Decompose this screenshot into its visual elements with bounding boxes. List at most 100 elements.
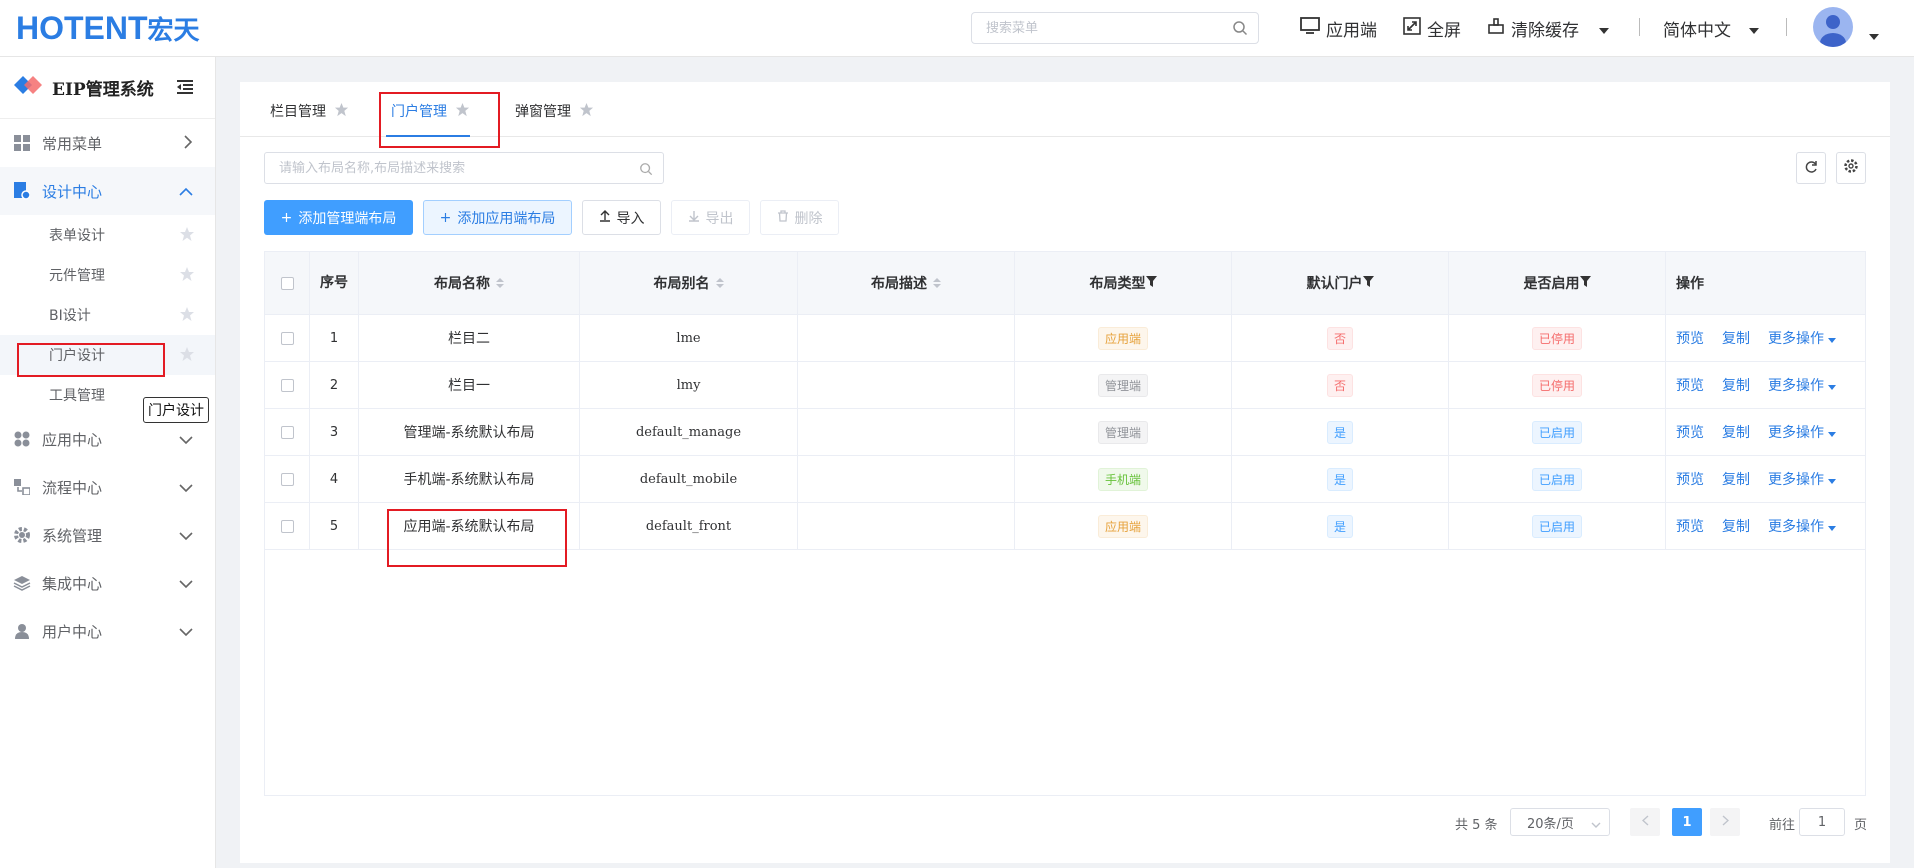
row-checkbox[interactable] [280,519,294,533]
preview-link[interactable]: 预览 [1676,375,1704,395]
page-size-select[interactable]: 20条/页 [1510,808,1610,836]
next-page-button[interactable] [1710,808,1740,836]
sort-icon[interactable] [715,277,724,289]
cell-layout-name-link[interactable]: 手机端-系统默认布局 [359,456,580,502]
layout-search-input[interactable] [279,153,639,183]
menu-tooltip: 门户设计 [143,397,209,423]
sort-icon[interactable] [933,277,941,289]
sub-component-manage[interactable]: 元件管理 [0,255,215,295]
clear-cache-button[interactable]: 清除缓存 [1487,16,1609,41]
flow-icon [12,477,32,497]
diamond-logo-icon [12,74,44,101]
refresh-button[interactable] [1796,152,1826,184]
copy-link[interactable]: 复制 [1722,516,1750,536]
row-select-cell[interactable] [265,503,310,549]
sub-bi-design[interactable]: BI设计 [0,295,215,335]
delete-button[interactable]: 删除 [760,200,839,235]
preview-link[interactable]: 预览 [1676,516,1704,536]
prev-page-button[interactable] [1630,808,1660,836]
menu-search[interactable] [971,12,1259,44]
row-checkbox[interactable] [280,472,294,486]
preview-link[interactable]: 预览 [1676,328,1704,348]
caret-down-icon [1828,338,1837,343]
star-icon[interactable] [179,346,195,366]
row-checkbox[interactable] [280,425,294,439]
copy-link[interactable]: 复制 [1722,375,1750,395]
cell-layout-name-link[interactable]: 栏目一 [359,362,580,408]
menu-label: 应用中心 [42,430,103,449]
tab-bar: 栏目管理 门户管理 弹窗管理 [240,82,1890,148]
add-manage-layout-button[interactable]: + 添加管理端布局 [264,200,413,235]
fold-menu-icon[interactable] [177,79,193,99]
select-all-checkbox[interactable] [280,276,294,290]
row-select-cell[interactable] [265,409,310,455]
col-desc[interactable]: 布局描述 [798,252,1015,314]
row-checkbox[interactable] [280,331,294,345]
menu-system-manage[interactable]: 系统管理 [0,511,215,559]
menu-integration-center[interactable]: 集成中心 [0,559,215,607]
cell-enabled: 已停用 [1449,315,1666,361]
search-icon[interactable] [1232,20,1248,40]
hotent-logo[interactable]: HOTENT宏天 [16,10,200,47]
select-all-cell[interactable] [265,252,310,314]
add-app-layout-button[interactable]: + 添加应用端布局 [423,200,572,235]
settings-button[interactable] [1836,152,1866,184]
menu-design-center[interactable]: 设计中心 [0,167,215,215]
chevron-up-icon [179,183,193,201]
cell-enabled: 已启用 [1449,503,1666,549]
copy-link[interactable]: 复制 [1722,469,1750,489]
sort-icon[interactable] [496,277,504,289]
star-icon[interactable] [179,306,195,326]
menu-user-center[interactable]: 用户中心 [0,607,215,655]
refresh-icon [1804,159,1818,178]
star-icon[interactable] [579,102,594,121]
more-ops-dropdown[interactable]: 更多操作 [1768,375,1837,395]
preview-link[interactable]: 预览 [1676,469,1704,489]
app-side-button[interactable]: 应用端 [1300,16,1377,41]
more-ops-dropdown[interactable]: 更多操作 [1768,422,1837,442]
enabled-tag: 已停用 [1531,326,1582,350]
col-alias[interactable]: 布局别名 [580,252,798,314]
user-avatar[interactable] [1813,7,1853,47]
goto-page-input[interactable] [1799,808,1845,836]
row-select-cell[interactable] [265,456,310,502]
export-button[interactable]: 导出 [671,200,750,235]
star-icon[interactable] [334,102,349,121]
filter-icon[interactable] [1579,275,1591,291]
button-label: 导入 [616,210,645,227]
preview-link[interactable]: 预览 [1676,422,1704,442]
cell-layout-name-link[interactable]: 管理端-系统默认布局 [359,409,580,455]
caret-down-icon[interactable] [1869,25,1879,44]
layout-search[interactable] [264,152,664,184]
tab-popup-manage[interactable]: 弹窗管理 [515,101,594,121]
language-select[interactable]: 简体中文 [1663,16,1759,41]
row-checkbox[interactable] [280,378,294,392]
import-button[interactable]: 导入 [582,200,661,235]
filter-icon[interactable] [1145,275,1157,291]
more-ops-dropdown[interactable]: 更多操作 [1768,516,1837,536]
star-icon[interactable] [179,226,195,246]
filter-icon[interactable] [1362,275,1374,291]
row-select-cell[interactable] [265,315,310,361]
search-icon[interactable] [639,161,653,180]
menu-flow-center[interactable]: 流程中心 [0,463,215,511]
col-label: 布局别名 [653,276,710,292]
col-type[interactable]: 布局类型 [1015,252,1232,314]
sub-form-design[interactable]: 表单设计 [0,215,215,255]
row-select-cell[interactable] [265,362,310,408]
more-ops-dropdown[interactable]: 更多操作 [1768,328,1837,348]
menu-common[interactable]: 常用菜单 [0,119,215,167]
copy-link[interactable]: 复制 [1722,422,1750,442]
col-enabled[interactable]: 是否启用 [1449,252,1666,314]
col-default[interactable]: 默认门户 [1232,252,1449,314]
star-icon[interactable] [179,266,195,286]
copy-link[interactable]: 复制 [1722,328,1750,348]
more-ops-dropdown[interactable]: 更多操作 [1768,469,1837,489]
page-1-button[interactable]: 1 [1672,808,1702,836]
menu-search-input[interactable] [986,13,1226,43]
tab-column-manage[interactable]: 栏目管理 [270,101,349,121]
menu-label: 常用菜单 [42,134,103,153]
cell-layout-name-link[interactable]: 栏目二 [359,315,580,361]
col-name[interactable]: 布局名称 [359,252,580,314]
fullscreen-button[interactable]: 全屏 [1403,16,1461,41]
